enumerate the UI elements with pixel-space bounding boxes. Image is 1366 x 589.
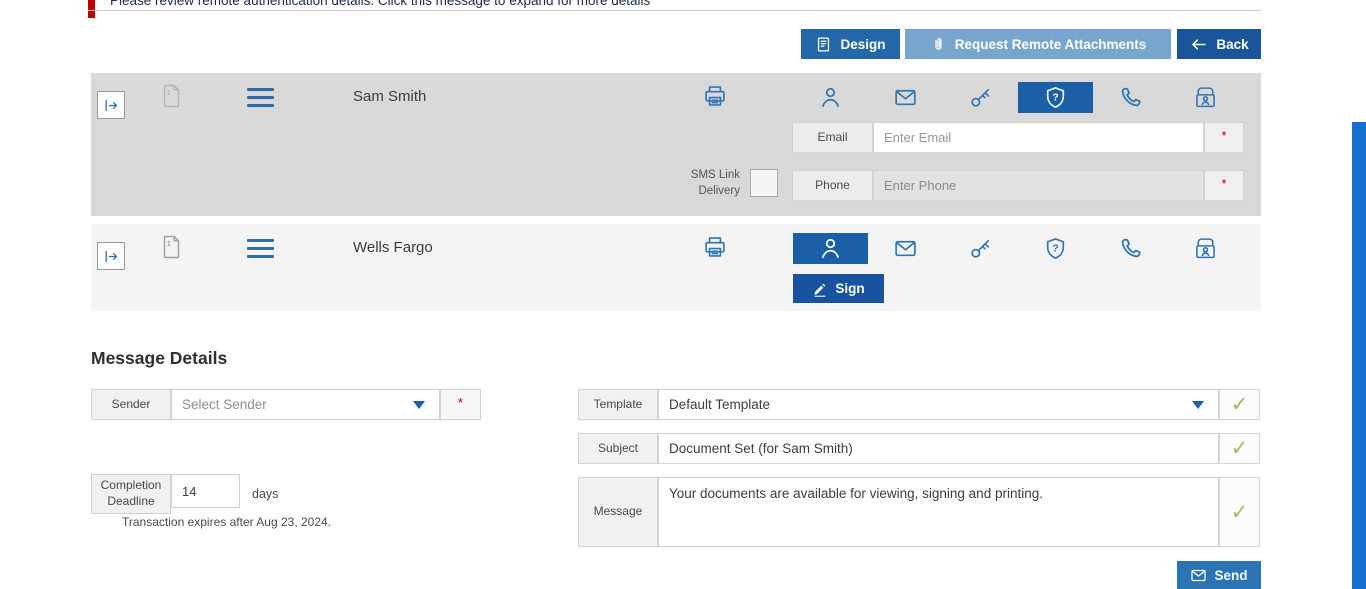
completion-deadline-label: Completion Deadline xyxy=(91,474,171,514)
notice-divider xyxy=(88,10,1261,11)
message-valid-check: ✓ xyxy=(1219,477,1260,547)
send-button[interactable]: Send xyxy=(1177,561,1261,589)
expiration-note: Transaction expires after Aug 23, 2024. xyxy=(122,515,332,529)
person-icon xyxy=(822,87,839,107)
print-icon-button[interactable] xyxy=(702,234,728,265)
recipient-row: 1 Wells Fargo ? Sign xyxy=(91,224,1261,311)
template-select-value: Default Template xyxy=(669,397,771,412)
sign-button-label: Sign xyxy=(835,281,865,296)
template-valid-check: ✓ xyxy=(1219,389,1260,420)
key-icon xyxy=(971,239,990,258)
recipient-name: Wells Fargo xyxy=(353,239,433,256)
security-question-auth-button[interactable]: ? xyxy=(1018,82,1093,113)
drag-handle[interactable] xyxy=(247,88,274,112)
signing-order-button[interactable] xyxy=(97,91,125,119)
design-button[interactable]: Design xyxy=(801,29,900,59)
sms-link-delivery-checkbox[interactable] xyxy=(750,169,778,197)
phone-auth-button[interactable] xyxy=(1093,233,1168,264)
print-icon-button[interactable] xyxy=(702,83,728,114)
message-textarea[interactable]: Your documents are available for viewing… xyxy=(658,477,1219,547)
paperclip-icon xyxy=(935,37,942,50)
password-auth-button[interactable] xyxy=(943,82,1018,113)
delivery-method-strip: ? xyxy=(793,82,1243,113)
subject-input[interactable] xyxy=(658,433,1219,464)
sender-select-value: Select Sender xyxy=(182,397,267,412)
phone-icon xyxy=(1121,87,1141,107)
phone-required-asterisk: * xyxy=(1204,170,1244,201)
printer-icon xyxy=(705,237,725,257)
template-label: Template xyxy=(578,389,658,420)
svg-text:1: 1 xyxy=(167,90,171,97)
completion-deadline-unit: days xyxy=(252,487,279,501)
in-person-icon xyxy=(1196,238,1215,259)
email-delivery-button[interactable] xyxy=(868,233,943,264)
signing-order-icon xyxy=(105,99,117,111)
svg-text:?: ? xyxy=(1052,243,1058,254)
chevron-down-icon xyxy=(1192,401,1204,409)
document-page-icon: 1 xyxy=(161,83,182,114)
chevron-down-icon xyxy=(413,401,425,409)
person-icon xyxy=(822,238,839,258)
subject-valid-check: ✓ xyxy=(1219,433,1260,464)
shield-question-icon: ? xyxy=(1046,87,1065,108)
envelope-icon xyxy=(895,89,916,106)
send-envelope-icon xyxy=(1191,569,1207,581)
drag-handle[interactable] xyxy=(247,239,274,263)
message-label: Message xyxy=(578,477,658,547)
in-person-icon xyxy=(1196,87,1215,108)
notice-message[interactable]: Please review remote authentication deta… xyxy=(110,0,650,8)
completion-deadline-input[interactable] xyxy=(171,474,240,508)
email-delivery-button[interactable] xyxy=(868,82,943,113)
svg-text:1: 1 xyxy=(167,241,171,248)
notice-accent-bar xyxy=(88,0,95,18)
in-person-delivery-button[interactable] xyxy=(1168,233,1243,264)
envelope-icon xyxy=(895,240,916,257)
sign-button[interactable]: Sign xyxy=(793,274,884,303)
subject-label: Subject xyxy=(578,433,658,464)
phone-icon xyxy=(1121,238,1141,258)
password-auth-button[interactable] xyxy=(943,233,1018,264)
email-input[interactable] xyxy=(873,122,1204,153)
delivery-method-strip: ? xyxy=(793,233,1243,264)
recipient-row: 1 Sam Smith ? Email * SMS Link Delivery … xyxy=(91,73,1261,216)
request-remote-attachments-label: Request Remote Attachments xyxy=(954,36,1147,52)
request-remote-attachments-button[interactable]: Request Remote Attachments xyxy=(905,29,1171,59)
design-icon xyxy=(818,36,830,52)
sender-label: Sender xyxy=(91,389,171,420)
shield-question-icon: ? xyxy=(1046,238,1065,259)
template-select[interactable]: Default Template xyxy=(658,389,1219,420)
email-required-asterisk: * xyxy=(1204,122,1244,153)
back-button[interactable]: Back xyxy=(1177,29,1261,59)
recipient-name: Sam Smith xyxy=(353,88,427,105)
sender-select[interactable]: Select Sender xyxy=(171,389,440,420)
email-label: Email xyxy=(792,122,873,153)
sms-link-delivery-label: SMS Link Delivery xyxy=(690,169,740,198)
svg-text:?: ? xyxy=(1052,92,1058,103)
right-panel-edge[interactable] xyxy=(1352,122,1366,589)
person-delivery-button[interactable] xyxy=(793,82,868,113)
document-page-icon: 1 xyxy=(161,234,182,265)
in-person-delivery-button[interactable] xyxy=(1168,82,1243,113)
pen-icon xyxy=(814,283,826,297)
back-arrow-icon xyxy=(1192,38,1206,50)
back-button-label: Back xyxy=(1216,36,1249,52)
sender-required-asterisk: * xyxy=(440,389,481,420)
phone-label: Phone xyxy=(792,170,873,201)
printer-icon xyxy=(705,86,725,106)
message-details-title: Message Details xyxy=(91,348,228,368)
signing-order-button[interactable] xyxy=(97,242,125,270)
key-icon xyxy=(971,88,990,107)
design-button-label: Design xyxy=(840,36,886,52)
send-button-label: Send xyxy=(1214,567,1248,583)
phone-input[interactable] xyxy=(873,170,1204,201)
signing-order-icon xyxy=(105,250,117,262)
security-question-auth-button[interactable]: ? xyxy=(1018,233,1093,264)
person-delivery-button[interactable] xyxy=(793,233,868,264)
phone-auth-button[interactable] xyxy=(1093,82,1168,113)
